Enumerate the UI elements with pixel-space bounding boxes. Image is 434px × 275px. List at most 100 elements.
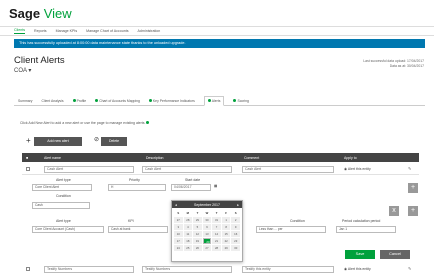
- remove-condition-button[interactable]: x: [389, 206, 399, 216]
- tab-coa-mapping[interactable]: Chart of Accounts Mapping: [95, 99, 140, 103]
- save-button[interactable]: Save: [345, 250, 375, 259]
- calendar-day[interactable]: 20: [202, 238, 212, 244]
- calendar-day[interactable]: 14: [212, 231, 221, 237]
- header-alert-name: Alert name: [44, 155, 61, 160]
- start-date-input[interactable]: 04/06/2017: [171, 184, 211, 191]
- period-select[interactable]: Jan 1: [336, 226, 396, 233]
- alert-name-input[interactable]: Cash Alert: [44, 166, 134, 173]
- calendar-day[interactable]: 5: [193, 224, 202, 230]
- calendar-day[interactable]: 4: [183, 224, 193, 230]
- data-meta: Last successful data upload: 17/04/2017 D…: [363, 59, 424, 68]
- calendar-day[interactable]: 9: [231, 224, 240, 230]
- cancel-button[interactable]: Cancel: [380, 250, 410, 259]
- kpi-label: KPI: [128, 219, 134, 223]
- table-row: Cash Alert Cash Alert Cash Alert ◉ Alert…: [22, 164, 419, 175]
- header-description: Description: [146, 155, 164, 160]
- calendar-day[interactable]: 19: [193, 238, 202, 244]
- calendar-day[interactable]: 18: [183, 238, 193, 244]
- dropdown-icon: ▾: [28, 68, 32, 74]
- calendar-day[interactable]: 28: [212, 245, 221, 251]
- next-month-icon[interactable]: ▸: [237, 203, 239, 207]
- calendar-day[interactable]: 6: [202, 224, 212, 230]
- calendar-day[interactable]: 12: [193, 231, 202, 237]
- table-row: Testify Numbers Testify Numbers Testify …: [22, 264, 419, 275]
- nav-clients[interactable]: Clients: [14, 28, 25, 34]
- calendar-day[interactable]: 17: [174, 238, 183, 244]
- calendar-day[interactable]: 16: [231, 231, 240, 237]
- calendar-day[interactable]: 30: [231, 245, 240, 251]
- calendar-day[interactable]: 1: [221, 217, 231, 223]
- nav-manage-kpis[interactable]: Manage KPIs: [56, 29, 78, 33]
- comment-input[interactable]: Cash Alert: [242, 166, 334, 173]
- alert-type-label: Alert type: [56, 178, 71, 182]
- alert-type2-label: Alert type: [56, 219, 71, 223]
- calendar-icon[interactable]: ▦: [214, 184, 217, 188]
- calendar-day[interactable]: 7: [212, 224, 221, 230]
- calendar-day[interactable]: 30: [202, 217, 212, 223]
- delete-icon: ⊘: [94, 137, 100, 143]
- add-condition-button[interactable]: +: [408, 183, 418, 193]
- calendar-day[interactable]: 29: [221, 245, 231, 251]
- description-input[interactable]: Testify Numbers: [142, 266, 232, 273]
- apply-to-option[interactable]: ◉ Alert this entity: [344, 267, 371, 271]
- calendar-day[interactable]: 28: [183, 217, 193, 223]
- calendar-day[interactable]: 23: [231, 238, 240, 244]
- calendar-day[interactable]: 27: [174, 217, 183, 223]
- row-checkbox[interactable]: [26, 267, 30, 271]
- header-select[interactable]: ■: [26, 156, 28, 160]
- info-banner: This has successfully uploaded at 8:00:0…: [14, 39, 425, 48]
- tab-profile[interactable]: Profile: [72, 99, 86, 103]
- header-apply-to: Apply to: [344, 155, 357, 160]
- nav-manage-coa[interactable]: Manage Chart of Accounts: [86, 29, 128, 33]
- kpi-select[interactable]: Cash at bank: [108, 226, 168, 233]
- page-subtitle[interactable]: COA ▾: [14, 67, 31, 74]
- prev-month-icon[interactable]: ◂: [175, 203, 177, 207]
- app-logo: Sage View: [9, 6, 72, 21]
- nav-reports[interactable]: Reports: [34, 29, 47, 33]
- calendar-day[interactable]: 8: [221, 224, 231, 230]
- calendar-day[interactable]: 21: [212, 238, 221, 244]
- calendar-day[interactable]: 27: [202, 245, 212, 251]
- tab-kpis[interactable]: Key Performance Indicators: [148, 99, 195, 103]
- help-icon[interactable]: [146, 121, 150, 124]
- condition2-select[interactable]: Less than ... per: [256, 226, 326, 233]
- calendar-day[interactable]: 25: [183, 245, 193, 251]
- alerts-table-header: ■ Alert name Description Comment Apply t…: [22, 153, 419, 162]
- alert-name-input[interactable]: Testify Numbers: [44, 266, 134, 273]
- calendar-day[interactable]: 13: [202, 231, 212, 237]
- calendar-day[interactable]: 22: [221, 238, 231, 244]
- description-input[interactable]: Cash Alert: [142, 166, 232, 173]
- tab-alerts[interactable]: Alerts: [203, 95, 225, 106]
- calendar-day[interactable]: 24: [174, 245, 183, 251]
- calendar-day[interactable]: 2: [231, 217, 240, 223]
- start-date-label: Start date: [185, 178, 201, 182]
- calendar-day[interactable]: 3: [174, 224, 183, 230]
- condition-select[interactable]: Cash: [32, 202, 90, 209]
- edit-icon[interactable]: ✎: [408, 266, 411, 271]
- weekday-label: M: [183, 210, 193, 216]
- alert-type-select[interactable]: Core Client Alert: [32, 184, 92, 191]
- tab-summary[interactable]: Summary: [18, 99, 33, 103]
- calendar-day[interactable]: 11: [183, 231, 193, 237]
- header-comment: Comment: [244, 155, 260, 160]
- status-dot-icon: [95, 99, 99, 102]
- calendar-day[interactable]: 26: [193, 245, 202, 251]
- calendar-day[interactable]: 29: [193, 217, 202, 223]
- date-picker: ◂ September 2017 ▸ S M T W T F S 27 28 29 30 31 1 2 3 4…: [171, 200, 243, 262]
- tab-scoring[interactable]: Scoring: [233, 99, 249, 103]
- row-checkbox[interactable]: [26, 167, 30, 171]
- alert-type2-select[interactable]: Core Client Account (Cash): [32, 226, 104, 233]
- priority-select[interactable]: H: [108, 184, 166, 191]
- add-alert-button[interactable]: Add new alert: [34, 137, 82, 146]
- calendar-day[interactable]: 10: [174, 231, 183, 237]
- edit-icon[interactable]: ✎: [408, 166, 411, 171]
- comment-input[interactable]: Testify this entity: [242, 266, 334, 273]
- calendar-day[interactable]: 31: [212, 217, 221, 223]
- tab-client-analysis[interactable]: Client Analysis: [42, 99, 64, 103]
- nav-administration[interactable]: Administration: [138, 29, 161, 33]
- weekday-label: F: [221, 210, 231, 216]
- apply-to-option[interactable]: ◉ Alert this entity: [344, 167, 371, 171]
- delete-button[interactable]: Delete: [101, 137, 127, 146]
- add-condition2-button[interactable]: +: [408, 206, 418, 216]
- calendar-day[interactable]: 15: [221, 231, 231, 237]
